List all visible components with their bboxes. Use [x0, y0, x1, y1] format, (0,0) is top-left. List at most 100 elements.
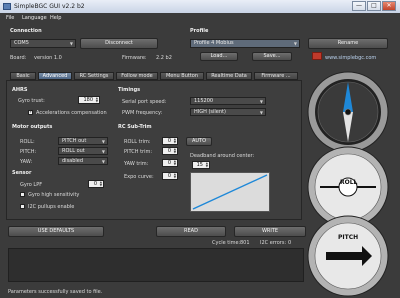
website-link[interactable]: www.simplebgc.com	[325, 55, 376, 61]
minimize-button[interactable]: —	[352, 1, 366, 11]
i2c-errors-value: 0	[288, 240, 292, 246]
spinner-arrows-icon: ▲ ▼	[205, 161, 208, 168]
motor-outputs-header: Motor outputs	[12, 124, 53, 130]
roll-trim-label: ROLL trim:	[124, 139, 151, 145]
save-button[interactable]: Save...	[252, 52, 292, 61]
pwm-frequency-value: HIGH (silent)	[194, 109, 226, 115]
pitch-gauge: PITCH	[306, 214, 390, 298]
yaw-trim-input[interactable]: 0 ▲ ▼	[162, 159, 178, 167]
gyro-hs-label: Gyro high sensitivity	[28, 192, 80, 198]
auto-button[interactable]: AUTO	[186, 137, 212, 146]
logo-icon	[312, 52, 322, 60]
cycle-time-value: 801	[240, 240, 250, 246]
cycle-time-label: Cycle time:	[212, 240, 241, 246]
serial-speed-label: Serial port speed:	[122, 99, 167, 105]
connection-header: Connection	[10, 28, 42, 34]
deadband-value: 15	[196, 162, 203, 168]
expo-curve-line	[192, 174, 268, 210]
menu-help[interactable]: Help	[50, 15, 61, 21]
roll-gauge-label: ROLL	[340, 179, 358, 186]
write-button[interactable]: WRITE	[234, 226, 306, 237]
app-icon	[3, 3, 11, 10]
gyro-lpf-input[interactable]: 0 ▲ ▼	[88, 180, 104, 188]
expo-curve-input[interactable]: 0 ▲ ▼	[162, 172, 178, 180]
yaw-gauge	[306, 70, 390, 154]
accel-comp-label: Accelerations compensation	[36, 110, 107, 116]
tab-firmware[interactable]: Firmware ...	[254, 72, 298, 80]
motor-pitch-select[interactable]: ROLL out ▼	[58, 147, 108, 155]
port-select[interactable]: COM5 ▼	[10, 39, 76, 48]
roll-trim-input[interactable]: 0 ▲ ▼	[162, 137, 178, 145]
rename-button[interactable]: Rename	[308, 38, 388, 49]
pitch-gauge-label: PITCH	[338, 234, 359, 241]
board-label: Board:	[10, 55, 27, 61]
chevron-down-icon: ▼	[293, 41, 297, 46]
profile-select[interactable]: Profile 4 Mobius ▼	[190, 39, 300, 48]
chevron-down-icon: ▼	[101, 139, 105, 144]
motor-roll-select[interactable]: PITCH out ▼	[58, 137, 108, 145]
roll-trim-value: 0	[167, 138, 171, 144]
gyro-hs-checkbox[interactable]	[20, 192, 25, 197]
tab-rc-settings[interactable]: RC Settings	[74, 72, 114, 80]
menu-bar: File Language Help	[0, 13, 400, 22]
yaw-trim-value: 0	[167, 160, 171, 166]
menu-file[interactable]: File	[6, 15, 14, 21]
spinner-arrows-icon: ▲ ▼	[173, 159, 176, 166]
gyro-trust-input[interactable]: 180 ▲ ▼	[78, 96, 100, 104]
i2c-pullups-checkbox[interactable]	[20, 204, 25, 209]
firmware-value: 2.2 b2	[156, 55, 172, 61]
motor-yaw-value: disabled	[62, 158, 84, 164]
spinner-arrows-icon: ▲ ▼	[95, 96, 98, 103]
chevron-down-icon: ▼	[259, 99, 263, 104]
profile-header: Profile	[190, 28, 209, 34]
expo-curve-chart	[190, 172, 270, 212]
accel-comp-checkbox[interactable]	[28, 109, 33, 115]
close-button[interactable]: ✕	[382, 1, 396, 11]
rc-subtrim-header: RC Sub-Trim	[118, 124, 152, 130]
chevron-down-icon: ▼	[259, 110, 263, 115]
sensor-header: Sensor	[12, 170, 32, 176]
gyro-trust-value: 180	[83, 97, 93, 103]
pitch-trim-input[interactable]: 0 ▲ ▼	[162, 147, 178, 155]
gyro-lpf-label: Gyro LPF	[20, 182, 43, 188]
motor-yaw-label: YAW:	[20, 159, 33, 165]
window-title: SimpleBGC GUI v2.2 b2	[14, 3, 85, 10]
title-bar: SimpleBGC GUI v2.2 b2 — □ ✕	[0, 0, 400, 13]
gyro-trust-label: Gyro trust:	[18, 98, 45, 104]
read-button[interactable]: READ	[156, 226, 226, 237]
spinner-arrows-icon: ▲ ▼	[99, 180, 102, 187]
i2c-errors-label: I2C errors:	[260, 240, 287, 246]
firmware-label: Firmware:	[122, 55, 147, 61]
log-area	[8, 248, 304, 282]
status-message: Parameters successfully saved to file.	[8, 289, 103, 295]
motor-roll-label: ROLL:	[20, 139, 35, 145]
pitch-trim-value: 0	[167, 148, 171, 154]
spinner-arrows-icon: ▲ ▼	[173, 147, 176, 154]
menu-language[interactable]: Language	[22, 15, 47, 21]
maximize-button[interactable]: □	[367, 1, 381, 11]
tab-follow-mode[interactable]: Follow mode	[116, 72, 158, 80]
load-button[interactable]: Load...	[200, 52, 238, 61]
serial-speed-select[interactable]: 115200 ▼	[190, 97, 266, 105]
disconnect-button[interactable]: Disconnect	[80, 38, 158, 49]
tab-realtime-data[interactable]: Realtime Data	[206, 72, 252, 80]
timings-header: Timings	[118, 87, 141, 93]
i2c-pullups-label: I2C pullups enable	[28, 204, 75, 210]
expo-curve-label: Expo curve:	[124, 174, 154, 180]
chevron-down-icon: ▼	[101, 149, 105, 154]
motor-yaw-select[interactable]: disabled ▼	[58, 157, 108, 165]
deadband-input[interactable]: 15 ▲ ▼	[192, 161, 210, 169]
spinner-arrows-icon: ▲ ▼	[173, 172, 176, 179]
tab-basic[interactable]: Basic	[10, 72, 36, 80]
motor-pitch-label: PITCH:	[20, 149, 37, 155]
chevron-down-icon: ▼	[101, 159, 105, 164]
pwm-frequency-select[interactable]: HIGH (silent) ▼	[190, 108, 266, 116]
chevron-down-icon: ▼	[69, 41, 73, 46]
yaw-trim-label: YAW trim:	[124, 161, 149, 167]
use-defaults-button[interactable]: USE DEFAULTS	[8, 226, 104, 237]
tab-menu-button[interactable]: Menu Button	[160, 72, 204, 80]
expo-curve-value: 0	[167, 173, 171, 179]
app-window: SimpleBGC GUI v2.2 b2 — □ ✕ File Languag…	[0, 0, 400, 298]
motor-pitch-value: ROLL out	[62, 148, 85, 154]
tab-advanced[interactable]: Advanced	[38, 72, 72, 80]
